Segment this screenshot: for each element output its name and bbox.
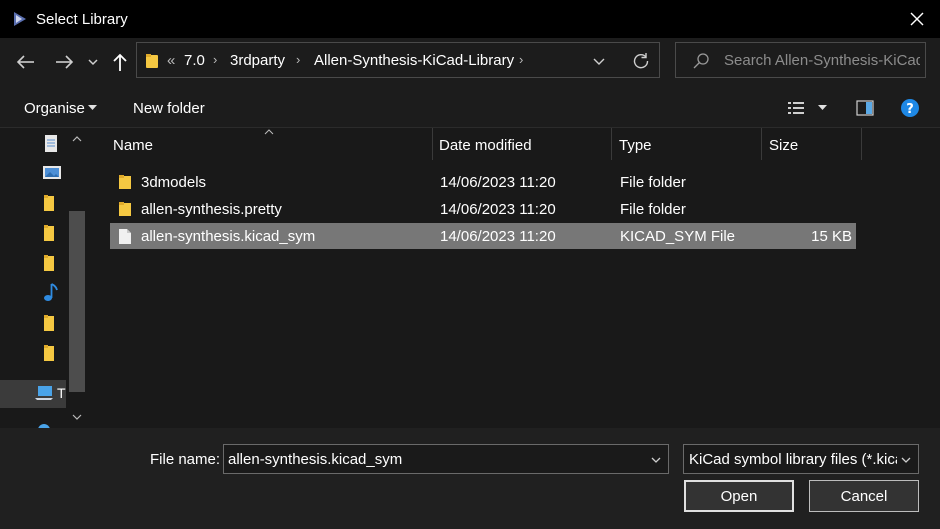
file-size: 15 KB — [811, 228, 852, 245]
organise-dropdown-icon[interactable] — [88, 105, 97, 111]
up-arrow-icon[interactable] — [108, 50, 132, 74]
address-dropdown-chevron-icon[interactable] — [591, 53, 607, 69]
help-icon[interactable]: ? — [900, 98, 920, 118]
search-box[interactable]: Search Allen-Synthesis-KiCad... — [675, 42, 926, 78]
file-name: allen-synthesis.pretty — [141, 201, 282, 218]
navigation-pane: T — [0, 128, 90, 428]
column-date-label: Date modified — [439, 137, 532, 154]
file-type-value: KiCad symbol library files (*.kicad_sym) — [689, 451, 897, 468]
command-toolbar: Organise New folder ? — [0, 88, 940, 128]
refresh-icon[interactable] — [631, 51, 651, 71]
search-placeholder: Search Allen-Synthesis-KiCad... — [724, 52, 920, 69]
navigation-bar: « 7.0 › 3rdparty › Allen-Synthesis-KiCad… — [0, 38, 940, 88]
file-type: KICAD_SYM File — [620, 228, 736, 245]
file-type-select[interactable]: KiCad symbol library files (*.kicad_sym) — [683, 444, 919, 474]
file-name: allen-synthesis.kicad_sym — [141, 228, 316, 245]
file-type-dropdown-chevron-icon[interactable] — [900, 455, 912, 465]
breadcrumb-separator-icon[interactable]: › — [519, 52, 523, 67]
forward-arrow-icon[interactable] — [52, 50, 76, 74]
view-details-icon[interactable] — [786, 98, 806, 118]
recent-locations-chevron-icon[interactable] — [84, 50, 102, 74]
search-icon — [693, 53, 709, 69]
breadcrumb-overflow[interactable]: « — [167, 52, 175, 69]
svg-text:?: ? — [906, 102, 914, 117]
folder-icon[interactable] — [42, 254, 56, 272]
file-type: File folder — [620, 201, 686, 218]
file-list: Name Date modified Type Size 3dmodels 14… — [90, 128, 940, 428]
open-button[interactable]: Open — [684, 480, 794, 512]
column-header-name[interactable]: Name — [90, 128, 432, 160]
folder-icon — [119, 175, 131, 189]
title-bar: Select Library — [0, 0, 940, 38]
folder-icon — [146, 54, 158, 68]
file-name-value: allen-synthesis.kicad_sym — [228, 451, 403, 468]
document-icon[interactable] — [42, 134, 60, 154]
file-icon — [119, 229, 131, 244]
breadcrumb-separator-icon[interactable]: › — [296, 52, 300, 67]
window-title: Select Library — [36, 11, 128, 28]
column-name-label: Name — [113, 137, 154, 154]
file-row[interactable]: allen-synthesis.pretty 14/06/2023 11:20 … — [110, 196, 856, 222]
close-icon[interactable] — [906, 8, 928, 30]
column-header-size[interactable]: Size — [762, 128, 861, 160]
scroll-down-icon[interactable] — [72, 412, 82, 422]
file-date: 14/06/2023 11:20 — [440, 228, 556, 245]
folder-icon[interactable] — [42, 344, 56, 362]
column-divider[interactable] — [861, 128, 862, 160]
this-pc-icon[interactable] — [34, 384, 54, 402]
file-date: 14/06/2023 11:20 — [440, 201, 556, 218]
file-date: 14/06/2023 11:20 — [440, 174, 556, 191]
column-header-type[interactable]: Type — [612, 128, 761, 160]
organise-button[interactable]: Organise — [24, 100, 85, 117]
file-name-label: File name: — [150, 451, 221, 468]
file-row-selected[interactable]: allen-synthesis.kicad_sym 14/06/2023 11:… — [110, 223, 856, 249]
nav-pane-scrollbar[interactable] — [66, 128, 88, 428]
folder-icon — [119, 202, 131, 216]
breadcrumb-7-0[interactable]: 7.0 — [184, 52, 205, 69]
cancel-button[interactable]: Cancel — [809, 480, 919, 512]
file-type: File folder — [620, 174, 686, 191]
this-pc-label[interactable]: T — [57, 385, 66, 401]
dialog-footer: File name: allen-synthesis.kicad_sym KiC… — [0, 428, 940, 529]
folder-icon[interactable] — [42, 224, 56, 242]
address-bar[interactable]: « 7.0 › 3rdparty › Allen-Synthesis-KiCad… — [136, 42, 660, 78]
new-folder-button[interactable]: New folder — [133, 100, 205, 117]
back-arrow-icon[interactable] — [14, 50, 38, 74]
file-name-dropdown-chevron-icon[interactable] — [650, 455, 662, 465]
column-header-date[interactable]: Date modified — [433, 128, 611, 160]
breadcrumb-3rdparty[interactable]: 3rdparty — [230, 52, 285, 69]
column-type-label: Type — [619, 137, 652, 154]
breadcrumb-allen-synthesis[interactable]: Allen-Synthesis-KiCad-Library — [314, 52, 514, 69]
folder-icon[interactable] — [42, 194, 56, 212]
column-size-label: Size — [769, 137, 799, 154]
view-options-dropdown-icon[interactable] — [818, 105, 827, 111]
pictures-icon[interactable] — [42, 164, 62, 182]
file-name: 3dmodels — [141, 174, 207, 191]
folder-icon[interactable] — [42, 314, 56, 332]
preview-pane-icon[interactable] — [855, 98, 875, 118]
scrollbar-thumb[interactable] — [69, 211, 85, 392]
kicad-app-icon — [14, 12, 26, 26]
select-library-dialog: Select Library « 7.0 › 3rdparty › Allen-… — [0, 0, 940, 529]
music-icon[interactable] — [42, 282, 60, 302]
breadcrumb-separator-icon[interactable]: › — [213, 52, 217, 67]
scroll-up-icon[interactable] — [72, 134, 82, 144]
file-name-input[interactable]: allen-synthesis.kicad_sym — [223, 444, 669, 474]
file-row[interactable]: 3dmodels 14/06/2023 11:20 File folder — [110, 169, 856, 195]
